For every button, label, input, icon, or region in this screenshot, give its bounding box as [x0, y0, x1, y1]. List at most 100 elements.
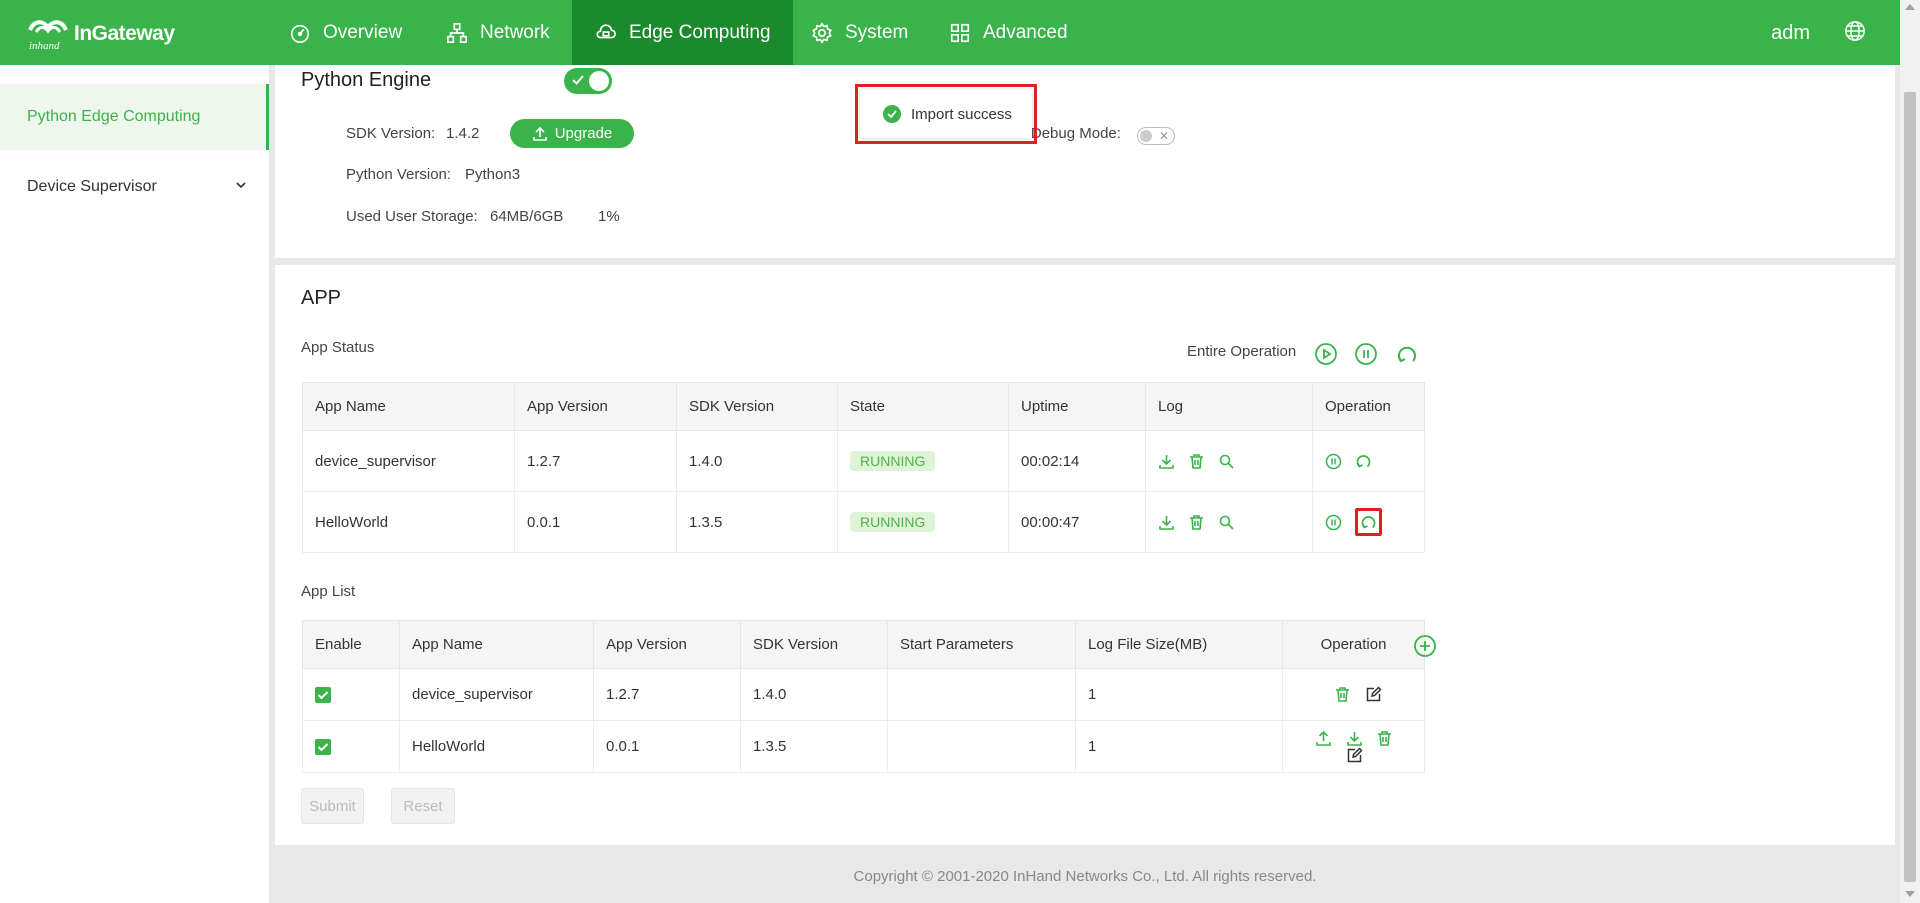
download-app-button[interactable]: [1346, 730, 1363, 747]
table-row: HelloWorld 0.0.1 1.3.5 RUNNING 00:00:47: [302, 491, 1425, 553]
user-menu[interactable]: adm: [1771, 22, 1810, 45]
inhand-logo-icon: inhand: [28, 20, 68, 52]
operation-cell: [1282, 668, 1425, 721]
enable-cell: [302, 668, 400, 721]
app-name-cell: device_supervisor: [302, 430, 515, 492]
scroll-thumb[interactable]: [1904, 92, 1916, 882]
enable-cell: [302, 720, 400, 773]
pause-app-button[interactable]: [1325, 453, 1342, 470]
column-header: Log File Size(MB): [1075, 620, 1283, 669]
engine-toggle[interactable]: [564, 68, 612, 94]
restart-app-button[interactable]: [1355, 453, 1372, 470]
table-header-row: Enable App Name App Version SDK Version …: [302, 620, 1425, 669]
app-version-cell: 1.2.7: [514, 430, 677, 492]
search-icon: [1220, 454, 1234, 469]
nav-edge-computing-label: Edge Computing: [629, 21, 771, 43]
add-app-button[interactable]: [1413, 634, 1437, 658]
chevron-down-icon: [236, 182, 246, 189]
download-log-button[interactable]: [1158, 514, 1175, 531]
toggle-knob: [589, 71, 609, 91]
column-header: State: [837, 382, 1009, 431]
check-icon: [317, 691, 329, 700]
dashboard-icon: [290, 24, 310, 43]
restart-app-button[interactable]: [1360, 514, 1377, 531]
table-row: HelloWorld 0.0.1 1.3.5 1: [302, 720, 1425, 773]
check-icon: [572, 75, 584, 85]
start-params-cell: [887, 668, 1076, 721]
submit-button[interactable]: Submit: [301, 788, 364, 824]
sidebar-item-label: Python Edge Computing: [27, 108, 201, 125]
grid-icon: [950, 23, 970, 42]
column-header: Start Parameters: [887, 620, 1076, 669]
pause-circle-icon: [1325, 453, 1342, 470]
edit-icon: [1366, 686, 1382, 702]
sidebar-item-python-edge-computing[interactable]: Python Edge Computing: [0, 84, 269, 150]
nav-edge-computing[interactable]: Edge Computing: [572, 0, 793, 65]
reset-button[interactable]: Reset: [391, 788, 455, 824]
pause-all-button[interactable]: [1354, 342, 1378, 366]
view-log-button[interactable]: [1218, 514, 1235, 531]
pause-app-button[interactable]: [1325, 514, 1342, 531]
restart-all-button[interactable]: [1395, 342, 1419, 366]
column-header: App Name: [302, 382, 515, 431]
state-cell: RUNNING: [837, 491, 1009, 553]
app-status-title: App Status: [301, 339, 375, 356]
download-icon: [1159, 454, 1174, 469]
check-icon: [317, 743, 329, 752]
scroll-down-arrow[interactable]: [1905, 891, 1915, 897]
sdk-version-value: 1.4.2: [446, 125, 480, 142]
delete-app-button[interactable]: [1376, 730, 1393, 747]
enable-checkbox[interactable]: [315, 687, 331, 704]
cloud-icon: [596, 23, 616, 38]
delete-app-button[interactable]: [1334, 686, 1351, 703]
app-title: APP: [301, 287, 342, 309]
logo[interactable]: inhand InGateway: [26, 16, 175, 52]
nav-advanced[interactable]: Advanced: [926, 0, 1091, 65]
scroll-up-arrow[interactable]: [1905, 4, 1915, 10]
upgrade-button[interactable]: Upgrade: [510, 119, 634, 148]
restart-highlight-frame: [1355, 508, 1383, 536]
table-row: device_supervisor 1.2.7 1.4.0 1: [302, 668, 1425, 721]
status-badge: RUNNING: [850, 451, 936, 471]
state-cell: RUNNING: [837, 430, 1009, 492]
download-log-button[interactable]: [1158, 453, 1175, 470]
storage-percent: 1%: [598, 208, 620, 225]
enable-checkbox[interactable]: [315, 739, 331, 756]
debug-mode-toggle[interactable]: ✕: [1137, 127, 1175, 145]
toggle-off-mark: ✕: [1158, 129, 1169, 143]
storage-value: 64MB/6GB: [490, 208, 564, 225]
nav-overview[interactable]: Overview: [266, 0, 425, 65]
nav-system[interactable]: System: [788, 0, 931, 65]
trash-icon: [1190, 514, 1204, 530]
edit-app-button[interactable]: [1346, 747, 1363, 764]
toggle-knob: [1140, 130, 1152, 142]
operation-cell: [1312, 491, 1425, 553]
nav-overview-label: Overview: [323, 21, 403, 43]
upgrade-label: Upgrade: [554, 125, 613, 142]
pause-circle-icon: [1325, 514, 1342, 530]
delete-log-button[interactable]: [1188, 514, 1205, 531]
globe-icon[interactable]: [1844, 20, 1866, 42]
column-header: App Name: [399, 620, 594, 669]
start-all-button[interactable]: [1314, 342, 1338, 366]
sdk-version-cell: 1.3.5: [740, 720, 888, 773]
page-scrollbar[interactable]: [1900, 0, 1920, 903]
edit-app-button[interactable]: [1365, 686, 1382, 703]
export-app-button[interactable]: [1315, 730, 1332, 747]
sidebar: Python Edge Computing Device Supervisor: [0, 65, 270, 903]
trash-icon: [1377, 730, 1391, 746]
sdk-version-label: SDK Version:: [346, 125, 436, 142]
nav-network[interactable]: Network: [423, 0, 573, 65]
sidebar-item-device-supervisor[interactable]: Device Supervisor: [0, 154, 269, 220]
delete-log-button[interactable]: [1188, 453, 1205, 470]
upload-icon: [1316, 730, 1332, 746]
storage-label: Used User Storage:: [346, 208, 478, 225]
trash-icon: [1336, 687, 1350, 703]
search-icon: [1220, 515, 1234, 530]
upload-icon: [532, 126, 547, 141]
view-log-button[interactable]: [1218, 453, 1235, 470]
top-nav: inhand InGateway Overview Network Edge C…: [0, 0, 1900, 65]
app-name-cell: HelloWorld: [399, 720, 594, 773]
sdk-version-cell: 1.3.5: [676, 491, 838, 553]
nav-network-label: Network: [480, 21, 550, 43]
